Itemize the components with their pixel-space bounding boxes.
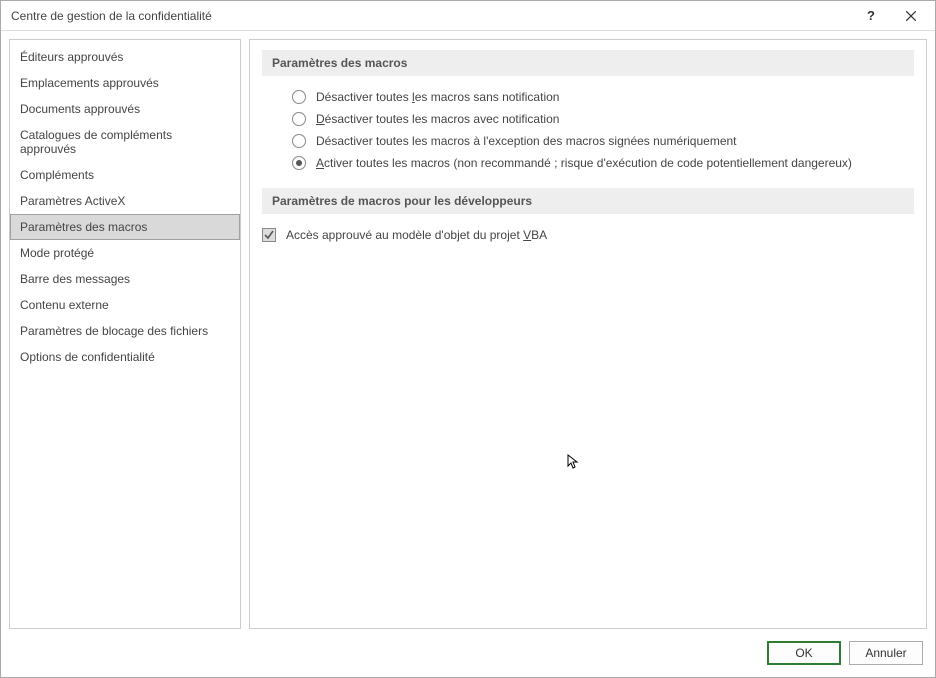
ok-button[interactable]: OK (767, 641, 841, 665)
radio-icon (292, 156, 306, 170)
macro-option-label: Activer toutes les macros (non recommand… (316, 156, 852, 170)
sidebar-item[interactable]: Paramètres ActiveX (10, 188, 240, 214)
macro-option-label: Désactiver toutes les macros sans notifi… (316, 90, 559, 104)
dialog-footer: OK Annuler (1, 637, 935, 677)
macros-section-header: Paramètres des macros (262, 50, 914, 76)
titlebar: Centre de gestion de la confidentialité … (1, 1, 935, 31)
sidebar-item[interactable]: Éditeurs approuvés (10, 44, 240, 70)
radio-icon (292, 90, 306, 104)
close-icon (906, 11, 916, 21)
sidebar: Éditeurs approuvésEmplacements approuvés… (9, 39, 241, 629)
radio-icon (292, 112, 306, 126)
content-panel: Paramètres des macros Désactiver toutes … (249, 39, 927, 629)
close-button[interactable] (891, 2, 931, 30)
macro-option-label: Désactiver toutes les macros avec notifi… (316, 112, 559, 126)
mouse-cursor (567, 454, 583, 475)
macro-option-row[interactable]: Désactiver toutes les macros avec notifi… (292, 108, 914, 130)
cancel-button[interactable]: Annuler (849, 641, 923, 665)
macro-option-row[interactable]: Désactiver toutes les macros à l'excepti… (292, 130, 914, 152)
sidebar-item[interactable]: Barre des messages (10, 266, 240, 292)
sidebar-item[interactable]: Contenu externe (10, 292, 240, 318)
vba-access-checkbox-row[interactable]: Accès approuvé au modèle d'objet du proj… (262, 224, 914, 246)
sidebar-item[interactable]: Mode protégé (10, 240, 240, 266)
sidebar-item[interactable]: Emplacements approuvés (10, 70, 240, 96)
macros-radio-group: Désactiver toutes les macros sans notifi… (262, 86, 914, 188)
vba-access-label: Accès approuvé au modèle d'objet du proj… (286, 228, 547, 242)
macro-option-label: Désactiver toutes les macros à l'excepti… (316, 134, 737, 148)
sidebar-item[interactable]: Documents approuvés (10, 96, 240, 122)
dev-section-header: Paramètres de macros pour les développeu… (262, 188, 914, 214)
checkbox-icon (262, 228, 276, 242)
sidebar-item[interactable]: Options de confidentialité (10, 344, 240, 370)
macro-option-row[interactable]: Activer toutes les macros (non recommand… (292, 152, 914, 174)
sidebar-item[interactable]: Compléments (10, 162, 240, 188)
macro-option-row[interactable]: Désactiver toutes les macros sans notifi… (292, 86, 914, 108)
sidebar-item[interactable]: Catalogues de compléments approuvés (10, 122, 240, 162)
radio-icon (292, 134, 306, 148)
sidebar-item[interactable]: Paramètres des macros (10, 214, 240, 240)
sidebar-item[interactable]: Paramètres de blocage des fichiers (10, 318, 240, 344)
dialog-title: Centre de gestion de la confidentialité (11, 9, 851, 23)
help-button[interactable]: ? (851, 2, 891, 30)
